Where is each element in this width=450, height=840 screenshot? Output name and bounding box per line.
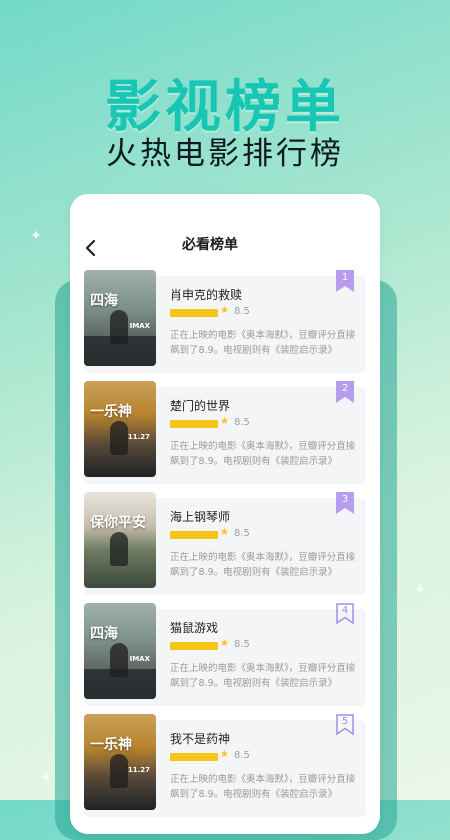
movie-poster: 一乐神 11.27 xyxy=(84,381,156,477)
rank-number: 3 xyxy=(341,494,349,505)
movie-poster: 四海 IMAX xyxy=(84,270,156,366)
rating-value: 8.5 xyxy=(234,528,250,539)
movie-title: 楚门的世界 xyxy=(170,399,231,413)
star-icon: ★ xyxy=(220,527,229,538)
page-title: 必看榜单 xyxy=(182,237,238,253)
movie-description: 正在上映的电影《奥本海默》，豆瓣评分直接飙到了8.9。电视剧则有《装腔启示录》 xyxy=(170,774,356,800)
movie-poster: 一乐神 11.27 xyxy=(84,714,156,810)
movie-title: 猫鼠游戏 xyxy=(170,621,219,635)
hero-subtitle: 火热电影排行榜 xyxy=(106,136,344,172)
rank-number: 1 xyxy=(341,272,349,283)
rating-bar xyxy=(170,531,218,539)
movie-description: 正在上映的电影《奥本海默》，豆瓣评分直接飙到了8.9。电视剧则有《装腔启示录》 xyxy=(170,330,356,356)
sparkle-icon: ✦ xyxy=(30,228,42,244)
rank-number: 2 xyxy=(341,383,349,394)
star-icon: ★ xyxy=(220,416,229,427)
movie-poster: 四海 IMAX xyxy=(84,603,156,699)
movie-description: 正在上映的电影《奥本海默》，豆瓣评分直接飙到了8.9。电视剧则有《装腔启示录》 xyxy=(170,663,356,689)
rating-bar xyxy=(170,753,218,761)
rating-value: 8.5 xyxy=(234,750,250,761)
rating-bar xyxy=(170,642,218,650)
rating-bar xyxy=(170,420,218,428)
rating-bar xyxy=(170,309,218,317)
rank-number: 5 xyxy=(341,716,349,727)
star-icon: ★ xyxy=(220,749,229,760)
rating-value: 8.5 xyxy=(234,417,250,428)
movie-description: 正在上映的电影《奥本海默》，豆瓣评分直接飙到了8.9。电视剧则有《装腔启示录》 xyxy=(170,552,356,578)
sparkle-icon: ✦ xyxy=(40,770,52,786)
list-item[interactable]: 一乐神 11.27 楚门的世界 ★ 8.5 正在上映的电影《奥本海默》，豆瓣评分… xyxy=(84,381,366,484)
movie-title: 肖申克的救赎 xyxy=(170,288,243,302)
rating-value: 8.5 xyxy=(234,306,250,317)
star-icon: ★ xyxy=(220,638,229,649)
list-item[interactable]: 四海 IMAX 猫鼠游戏 ★ 8.5 正在上映的电影《奥本海默》，豆瓣评分直接飙… xyxy=(84,603,366,706)
sparkle-icon: ✦ xyxy=(414,582,426,598)
movie-list: 四海 IMAX 肖申克的救赎 ★ 8.5 正在上映的电影《奥本海默》，豆瓣评分直… xyxy=(84,270,366,831)
list-item[interactable]: 保你平安 海上钢琴师 ★ 8.5 正在上映的电影《奥本海默》，豆瓣评分直接飙到了… xyxy=(84,492,366,595)
list-item[interactable]: 四海 IMAX 肖申克的救赎 ★ 8.5 正在上映的电影《奥本海默》，豆瓣评分直… xyxy=(84,270,366,373)
ranking-card: 必看榜单 四海 IMAX 肖申克的救赎 ★ 8.5 正在上映的电影《奥本海默》，… xyxy=(70,194,380,834)
movie-description: 正在上映的电影《奥本海默》，豆瓣评分直接飙到了8.9。电视剧则有《装腔启示录》 xyxy=(170,441,356,467)
movie-title: 海上钢琴师 xyxy=(170,510,231,524)
star-icon: ★ xyxy=(220,305,229,316)
movie-poster: 保你平安 xyxy=(84,492,156,588)
movie-title: 我不是药神 xyxy=(170,732,231,746)
list-item[interactable]: 一乐神 11.27 我不是药神 ★ 8.5 正在上映的电影《奥本海默》，豆瓣评分… xyxy=(84,714,366,817)
rating-value: 8.5 xyxy=(234,639,250,650)
rank-number: 4 xyxy=(341,605,349,616)
